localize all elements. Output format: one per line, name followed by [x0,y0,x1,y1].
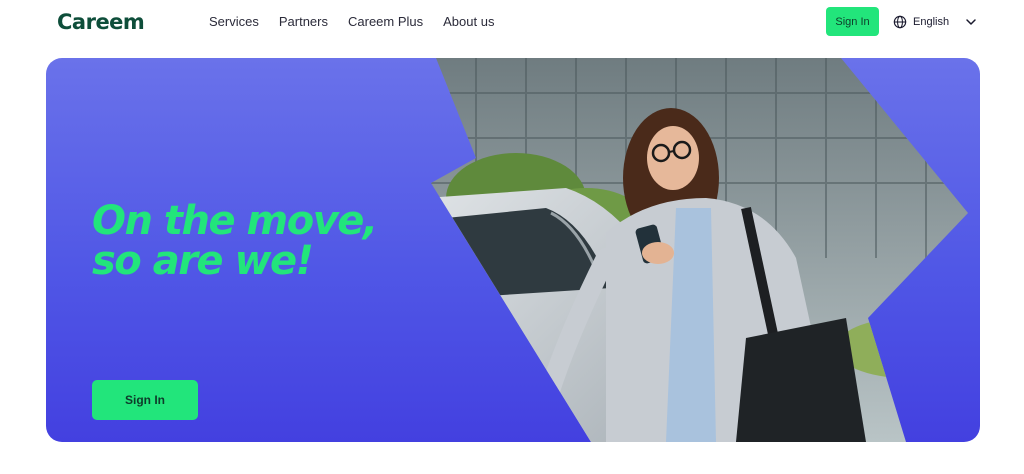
top-navbar: Careem Services Partners Careem Plus Abo… [0,0,1024,44]
hero-headline-line1: On the move, [92,198,378,244]
nav-services[interactable]: Services [209,14,259,30]
hero-headline: On the move, so are we! [92,201,452,281]
hero-sign-in-button[interactable]: Sign In [92,380,198,420]
header-sign-in-button[interactable]: Sign In [826,7,879,36]
nav-about-us[interactable]: About us [443,14,494,30]
main-nav: Services Partners Careem Plus About us [209,14,514,30]
chevron-down-icon[interactable] [965,16,977,28]
nav-partners[interactable]: Partners [279,14,328,30]
careem-logo[interactable]: Careem [57,10,145,34]
globe-icon [893,15,907,29]
nav-careem-plus[interactable]: Careem Plus [348,14,423,30]
language-label: English [913,16,950,28]
language-selector[interactable]: English [893,13,977,31]
hero-banner: On the move, so are we! Sign In [46,58,980,442]
hero-headline-line2: so are we! [92,238,314,284]
